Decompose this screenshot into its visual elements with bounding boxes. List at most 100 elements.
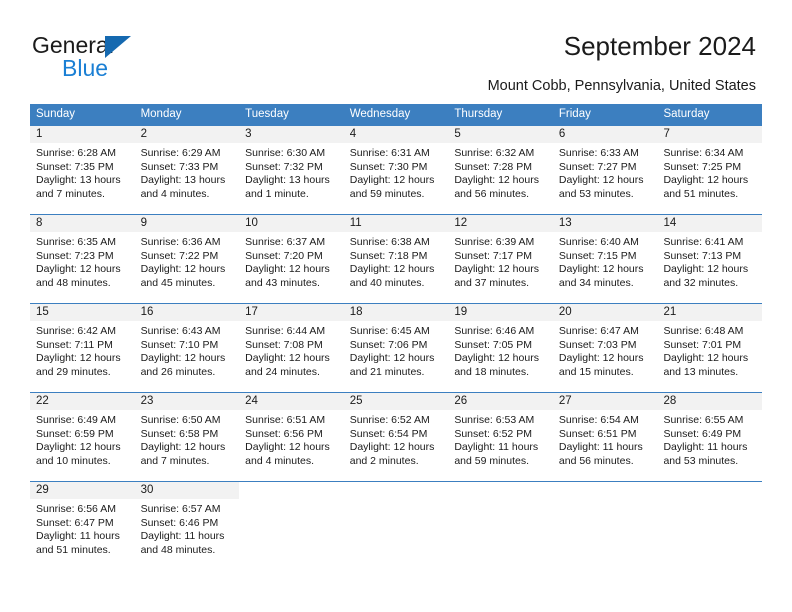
day-cell[interactable]: 29 Sunrise: 6:56 AM Sunset: 6:47 PM Dayl… [30,482,135,569]
day-cell[interactable]: 10 Sunrise: 6:37 AM Sunset: 7:20 PM Dayl… [239,215,344,303]
daylight-text-line1: Daylight: 12 hours [36,352,121,364]
day-cell[interactable]: 14 Sunrise: 6:41 AM Sunset: 7:13 PM Dayl… [657,215,763,303]
sunset-text: Sunset: 7:08 PM [245,338,323,351]
day-cell[interactable]: 24 Sunrise: 6:51 AM Sunset: 6:56 PM Dayl… [239,393,344,481]
day-cell[interactable]: 1 Sunrise: 6:28 AM Sunset: 7:35 PM Dayli… [30,126,135,214]
sunrise-text: Sunrise: 6:32 AM [454,147,535,159]
sunrise-text: Sunrise: 6:33 AM [558,147,639,159]
day-number-band: 5 [448,126,553,144]
day-cell[interactable]: 12 Sunrise: 6:39 AM Sunset: 7:17 PM Dayl… [448,215,553,303]
sunset-text: Sunset: 7:28 PM [454,160,532,173]
day-info: Sunrise: 6:48 AM Sunset: 7:01 PM Dayligh… [657,322,762,379]
day-cell[interactable]: 15 Sunrise: 6:42 AM Sunset: 7:11 PM Dayl… [30,304,135,392]
day-cell[interactable]: 28 Sunrise: 6:55 AM Sunset: 6:49 PM Dayl… [657,393,763,481]
daylight-text-line1: Daylight: 13 hours [140,174,226,186]
day-number-band: 26 [448,393,553,411]
daylight-text-line2: and 48 minutes. [36,276,111,289]
day-number: 29 [36,484,49,496]
daylight-text-line1: Daylight: 13 hours [36,174,121,186]
day-cell[interactable]: 20 Sunrise: 6:47 AM Sunset: 7:03 PM Dayl… [552,304,658,392]
day-number: 7 [663,128,670,140]
day-cell[interactable]: 13 Sunrise: 6:40 AM Sunset: 7:15 PM Dayl… [552,215,658,303]
day-info: Sunrise: 6:33 AM Sunset: 7:27 PM Dayligh… [553,144,658,201]
day-cell[interactable]: 16 Sunrise: 6:43 AM Sunset: 7:10 PM Dayl… [134,304,240,392]
day-cell[interactable]: 6 Sunrise: 6:33 AM Sunset: 7:27 PM Dayli… [552,126,658,214]
day-cell[interactable]: 3 Sunrise: 6:30 AM Sunset: 7:32 PM Dayli… [239,126,344,214]
day-number-band: 8 [30,215,135,233]
day-info: Sunrise: 6:56 AM Sunset: 6:47 PM Dayligh… [30,500,135,557]
day-cell[interactable]: 2 Sunrise: 6:29 AM Sunset: 7:33 PM Dayli… [134,126,240,214]
day-number-band: 14 [657,215,763,233]
logo-text-blue: Blue [62,55,109,81]
calendar-page: General Blue September 2024 Mount Cobb, … [0,0,792,612]
week-row: 8 Sunrise: 6:35 AM Sunset: 7:23 PM Dayli… [30,214,763,303]
sunrise-text: Sunrise: 6:48 AM [663,325,744,337]
day-number: 16 [140,306,154,318]
day-cell[interactable]: 9 Sunrise: 6:36 AM Sunset: 7:22 PM Dayli… [134,215,240,303]
day-cell[interactable]: 21 Sunrise: 6:48 AM Sunset: 7:01 PM Dayl… [657,304,763,392]
day-number: 19 [454,306,468,318]
day-cell[interactable]: 30 Sunrise: 6:57 AM Sunset: 6:46 PM Dayl… [134,482,240,569]
day-info: Sunrise: 6:57 AM Sunset: 6:46 PM Dayligh… [135,500,240,557]
day-number: 18 [349,306,363,318]
day-number: 8 [36,217,43,229]
day-number-band: 4 [343,126,449,144]
day-cell[interactable]: 19 Sunrise: 6:46 AM Sunset: 7:05 PM Dayl… [448,304,553,392]
day-number-band: 29 [30,482,135,500]
day-info: Sunrise: 6:38 AM Sunset: 7:18 PM Dayligh… [344,233,449,290]
weekday-header-row: Sunday Monday Tuesday Wednesday Thursday… [30,104,762,125]
daylight-text-line1: Daylight: 12 hours [140,263,226,275]
location-subtitle: Mount Cobb, Pennsylvania, United States [487,78,756,94]
sunrise-text: Sunrise: 6:30 AM [245,147,326,159]
daylight-text-line1: Daylight: 12 hours [454,352,539,364]
daylight-text-line1: Daylight: 12 hours [558,263,644,275]
day-number-band: 24 [239,393,344,411]
day-number: 5 [454,128,461,140]
general-blue-logo[interactable]: General Blue [32,32,212,81]
day-info: Sunrise: 6:44 AM Sunset: 7:08 PM Dayligh… [239,322,344,379]
daylight-text-line2: and 26 minutes. [140,365,216,378]
day-info: Sunrise: 6:42 AM Sunset: 7:11 PM Dayligh… [30,322,135,379]
day-cell[interactable]: 22 Sunrise: 6:49 AM Sunset: 6:59 PM Dayl… [30,393,135,481]
day-number-band: 13 [552,215,658,233]
day-info: Sunrise: 6:36 AM Sunset: 7:22 PM Dayligh… [135,233,240,290]
daylight-text-line2: and 7 minutes. [36,187,105,200]
week-row: 1 Sunrise: 6:28 AM Sunset: 7:35 PM Dayli… [30,125,763,214]
day-number-band: 6 [552,126,658,144]
daylight-text-line1: Daylight: 12 hours [454,174,539,186]
day-number-band: 7 [657,126,763,144]
daylight-text-line1: Daylight: 12 hours [140,441,226,453]
day-info: Sunrise: 6:30 AM Sunset: 7:32 PM Dayligh… [239,144,344,201]
day-cell[interactable]: 11 Sunrise: 6:38 AM Sunset: 7:18 PM Dayl… [343,215,449,303]
daylight-text-line2: and 51 minutes. [663,187,739,200]
page-header: General Blue September 2024 Mount Cobb, … [0,0,792,100]
sunrise-text: Sunrise: 6:34 AM [663,147,744,159]
day-cell[interactable]: 17 Sunrise: 6:44 AM Sunset: 7:08 PM Dayl… [239,304,344,392]
day-number: 1 [36,128,43,140]
sunrise-text: Sunrise: 6:45 AM [349,325,430,337]
day-info: Sunrise: 6:39 AM Sunset: 7:17 PM Dayligh… [448,233,553,290]
day-number: 20 [558,306,572,318]
sunset-text: Sunset: 7:27 PM [558,160,637,173]
day-cell[interactable]: 7 Sunrise: 6:34 AM Sunset: 7:25 PM Dayli… [657,126,763,214]
day-cell[interactable]: 18 Sunrise: 6:45 AM Sunset: 7:06 PM Dayl… [343,304,449,392]
sunrise-text: Sunrise: 6:47 AM [558,325,639,337]
day-number-band [552,482,658,500]
day-info: Sunrise: 6:43 AM Sunset: 7:10 PM Dayligh… [135,322,240,379]
day-cell[interactable]: 5 Sunrise: 6:32 AM Sunset: 7:28 PM Dayli… [448,126,553,214]
sunrise-text: Sunrise: 6:55 AM [663,414,744,426]
sunrise-text: Sunrise: 6:53 AM [454,414,535,426]
day-number-band: 27 [552,393,658,411]
daylight-text-line2: and 34 minutes. [558,276,634,289]
day-cell[interactable]: 25 Sunrise: 6:52 AM Sunset: 6:54 PM Dayl… [343,393,449,481]
week-row: 15 Sunrise: 6:42 AM Sunset: 7:11 PM Dayl… [30,303,763,392]
sunrise-text: Sunrise: 6:51 AM [245,414,326,426]
day-cell[interactable]: 26 Sunrise: 6:53 AM Sunset: 6:52 PM Dayl… [448,393,553,481]
day-cell[interactable]: 27 Sunrise: 6:54 AM Sunset: 6:51 PM Dayl… [552,393,658,481]
day-cell[interactable]: 4 Sunrise: 6:31 AM Sunset: 7:30 PM Dayli… [343,126,449,214]
day-cell[interactable]: 8 Sunrise: 6:35 AM Sunset: 7:23 PM Dayli… [30,215,135,303]
weekday-header-thursday: Thursday [454,108,503,120]
day-cell[interactable]: 23 Sunrise: 6:50 AM Sunset: 6:58 PM Dayl… [134,393,240,481]
daylight-text-line2: and 4 minutes. [140,187,210,200]
daylight-text-line2: and 18 minutes. [454,365,530,378]
